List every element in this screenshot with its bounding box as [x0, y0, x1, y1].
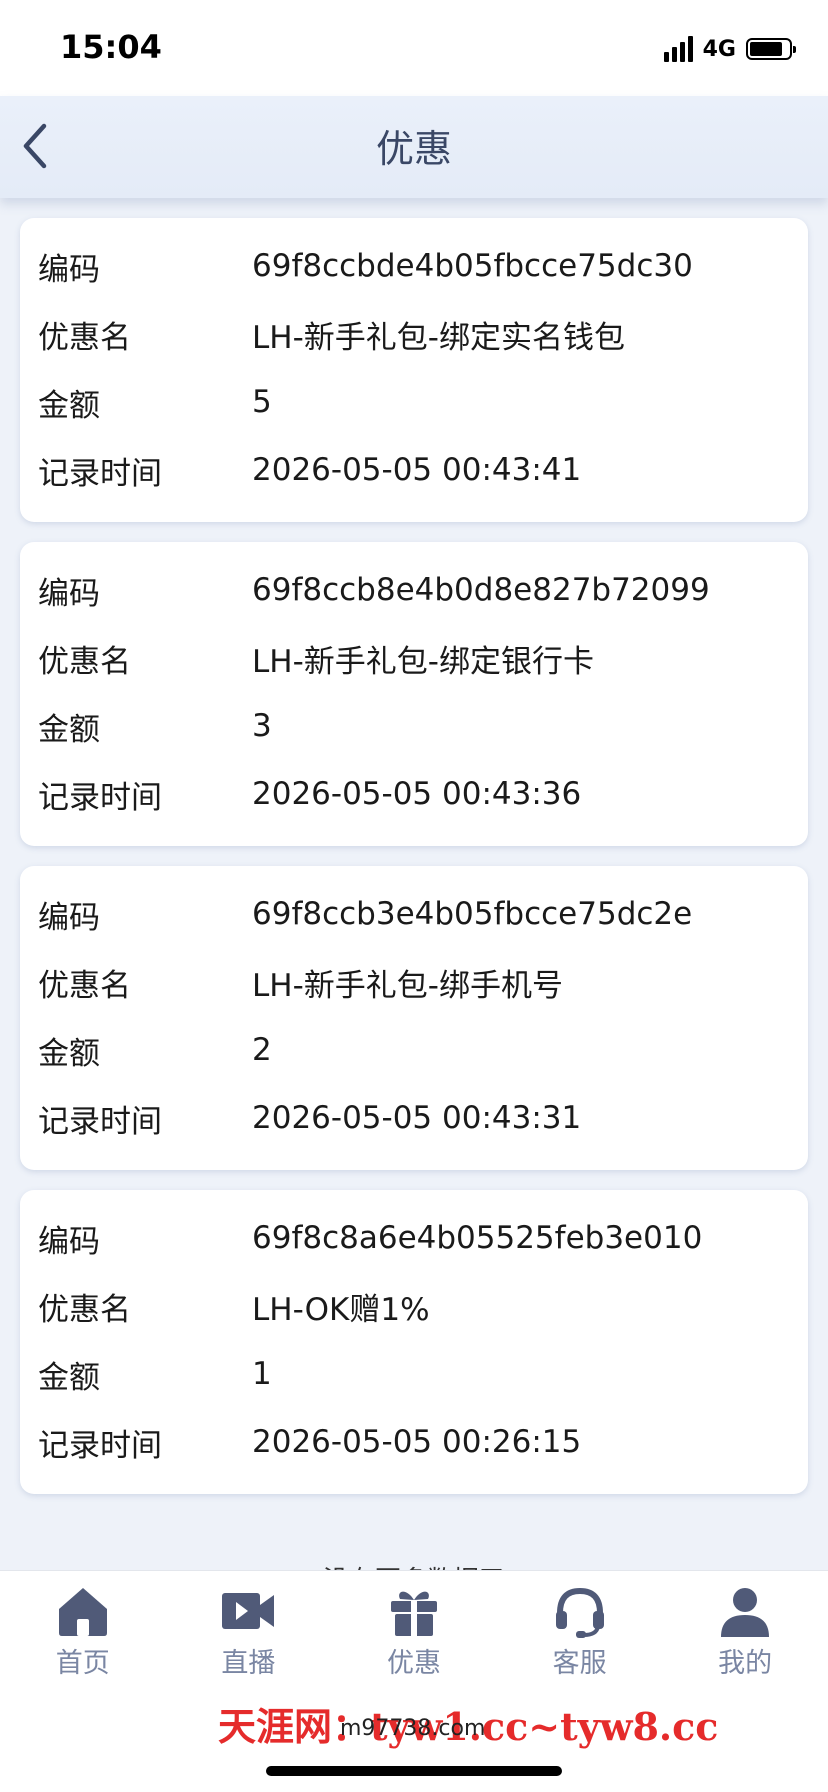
tab-home[interactable]: 首页 — [0, 1571, 166, 1687]
page-title: 优惠 — [375, 127, 452, 171]
tab-label: 首页 — [55, 1648, 110, 1679]
name-label: 优惠名 — [38, 967, 131, 1004]
tab-bar: 首页 直播 优惠 客服 我的 — [0, 1570, 828, 1687]
row-code: 编码 69f8ccb3e4b05fbcce75dc2e — [20, 880, 808, 948]
battery-icon — [746, 38, 796, 60]
tab-label: 直播 — [221, 1648, 276, 1679]
home-indicator[interactable] — [266, 1766, 562, 1776]
gift-icon — [390, 1591, 437, 1636]
row-name: 优惠名 LH-新手礼包-绑定实名钱包 — [20, 300, 808, 368]
amount-label: 金额 — [38, 1359, 100, 1396]
amount-label: 金额 — [38, 711, 100, 748]
tab-service[interactable]: 客服 — [497, 1571, 663, 1687]
row-time: 记录时间 2026-05-05 00:43:31 — [20, 1084, 808, 1152]
time-value: 2026-05-05 00:26:15 — [252, 1424, 582, 1460]
amount-label: 金额 — [38, 1035, 100, 1072]
row-time: 记录时间 2026-05-05 00:26:15 — [20, 1408, 808, 1476]
tab-mine[interactable]: 我的 — [662, 1571, 828, 1687]
time-value: 2026-05-05 00:43:36 — [252, 776, 582, 812]
amount-value: 2 — [252, 1032, 272, 1068]
code-label: 编码 — [38, 899, 100, 936]
row-time: 记录时间 2026-05-05 00:43:36 — [20, 760, 808, 828]
amount-value: 3 — [252, 708, 272, 744]
tab-label: 我的 — [718, 1648, 773, 1679]
watermark-area: 天涯网：tyw1.cc~tyw8.cc m97738.com — [0, 1686, 828, 1792]
status-icons: 4G — [663, 36, 796, 62]
time-value: 2026-05-05 00:43:41 — [252, 452, 582, 488]
code-label: 编码 — [38, 1223, 100, 1260]
network-type: 4G — [702, 36, 736, 62]
row-time: 记录时间 2026-05-05 00:43:41 — [20, 436, 808, 504]
user-icon — [721, 1588, 770, 1637]
watermark-black: m97738.com — [340, 1716, 486, 1741]
name-value: LH-新手礼包-绑定实名钱包 — [252, 319, 625, 356]
row-code: 编码 69f8c8a6e4b05525feb3e010 — [20, 1204, 808, 1272]
code-value: 69f8ccb8e4b0d8e827b72099 — [252, 572, 710, 608]
row-amount: 金额 5 — [20, 368, 808, 436]
tab-live[interactable]: 直播 — [166, 1571, 332, 1687]
code-label: 编码 — [38, 575, 100, 612]
status-bar: 15:04 4G — [0, 0, 828, 96]
tab-label: 优惠 — [386, 1648, 441, 1679]
video-icon — [222, 1593, 275, 1629]
row-amount: 金额 2 — [20, 1016, 808, 1084]
row-amount: 金额 3 — [20, 692, 808, 760]
time-label: 记录时间 — [38, 1103, 162, 1140]
code-label: 编码 — [38, 251, 100, 288]
time-label: 记录时间 — [38, 455, 162, 492]
record-card[interactable]: 编码 69f8ccb3e4b05fbcce75dc2e 优惠名 LH-新手礼包-绑手… — [20, 866, 808, 1170]
amount-value: 5 — [252, 384, 272, 420]
row-name: 优惠名 LH-新手礼包-绑手机号 — [20, 948, 808, 1016]
record-card[interactable]: 编码 69f8ccbde4b05fbcce75dc30 优惠名 LH-新手礼包-绑定… — [20, 218, 808, 522]
row-name: 优惠名 LH-OK赠1% — [20, 1272, 808, 1340]
row-name: 优惠名 LH-新手礼包-绑定银行卡 — [20, 624, 808, 692]
tab-label: 客服 — [552, 1648, 607, 1679]
row-code: 编码 69f8ccbde4b05fbcce75dc30 — [20, 232, 808, 300]
code-value: 69f8ccbde4b05fbcce75dc30 — [252, 248, 693, 284]
amount-label: 金额 — [38, 387, 100, 424]
headset-icon — [555, 1587, 604, 1638]
nav-bar: 优惠 — [0, 96, 828, 198]
time-value: 2026-05-05 00:43:31 — [252, 1100, 582, 1136]
home-icon — [58, 1588, 107, 1636]
time-label: 记录时间 — [38, 779, 162, 816]
status-time: 15:04 — [60, 28, 162, 66]
name-value: LH-新手礼包-绑定银行卡 — [252, 643, 594, 680]
signal-icon — [663, 36, 693, 62]
record-card[interactable]: 编码 69f8c8a6e4b05525feb3e010 优惠名 LH-OK赠1% 金… — [20, 1190, 808, 1494]
time-label: 记录时间 — [38, 1427, 162, 1464]
record-card[interactable]: 编码 69f8ccb8e4b0d8e827b72099 优惠名 LH-新手礼包-绑定… — [20, 542, 808, 846]
row-code: 编码 69f8ccb8e4b0d8e827b72099 — [20, 556, 808, 624]
code-value: 69f8ccb3e4b05fbcce75dc2e — [252, 896, 693, 932]
amount-value: 1 — [252, 1356, 272, 1392]
row-amount: 金额 1 — [20, 1340, 808, 1408]
code-value: 69f8c8a6e4b05525feb3e010 — [252, 1220, 703, 1256]
name-value: LH-新手礼包-绑手机号 — [252, 967, 563, 1004]
name-label: 优惠名 — [38, 643, 131, 680]
name-value: LH-OK赠1% — [252, 1291, 430, 1328]
records-list: 编码 69f8ccbde4b05fbcce75dc30 优惠名 LH-新手礼包-绑定… — [20, 218, 808, 1514]
name-label: 优惠名 — [38, 1291, 131, 1328]
name-label: 优惠名 — [38, 319, 131, 356]
tab-promo[interactable]: 优惠 — [331, 1571, 497, 1687]
